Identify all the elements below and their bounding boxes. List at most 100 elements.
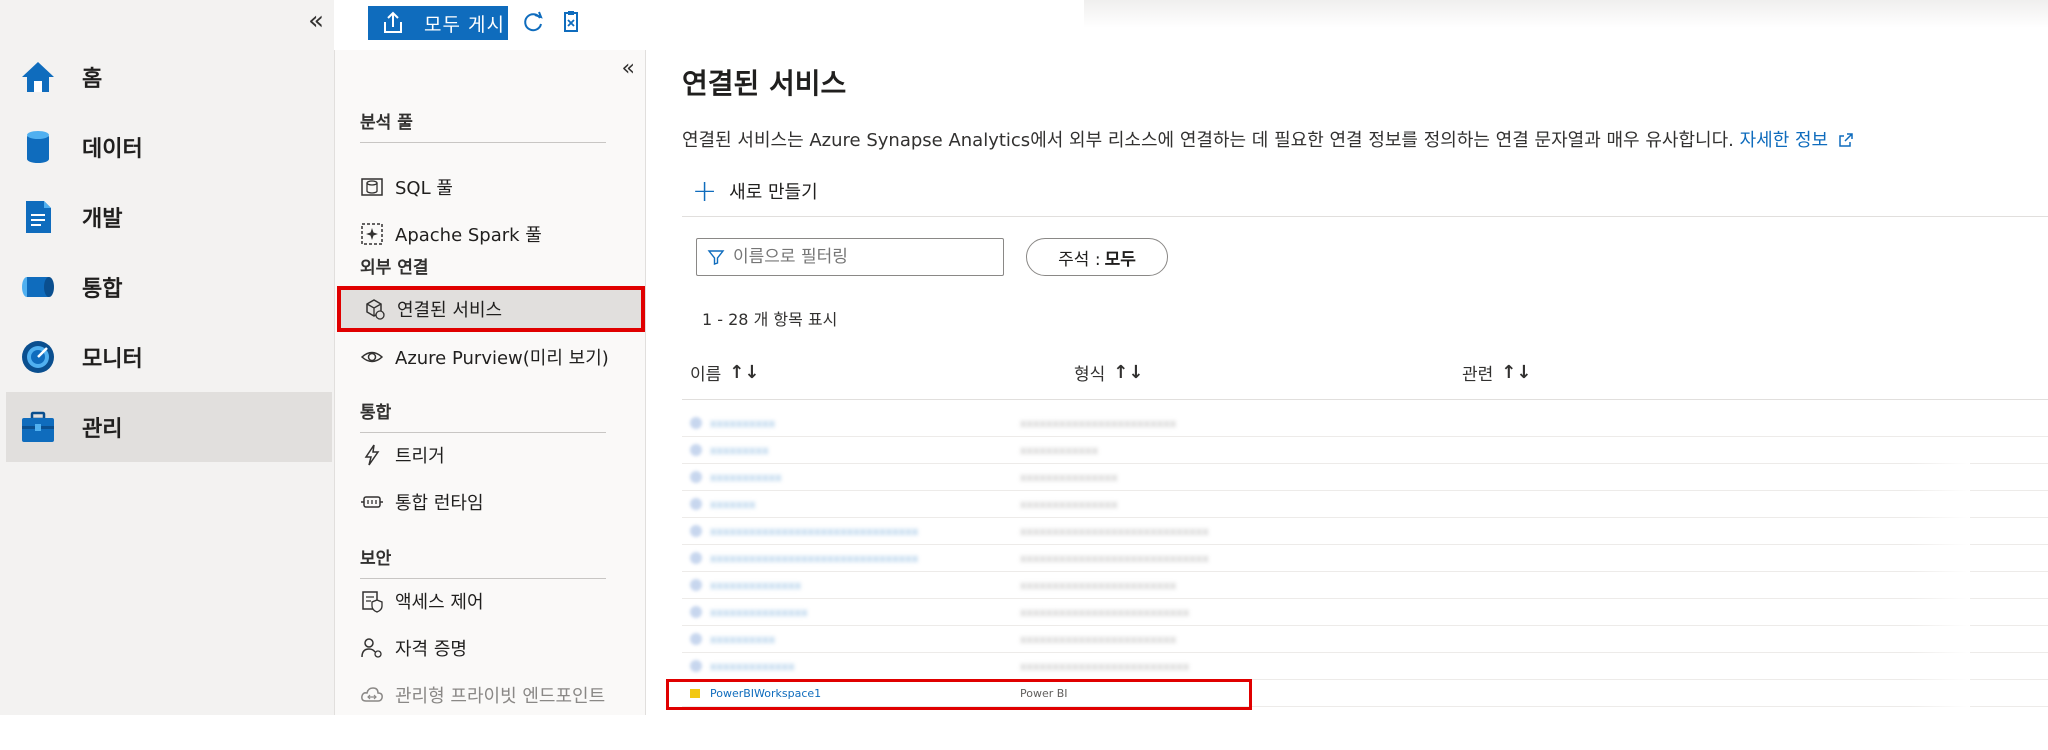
menu-label-credentials: 자격 증명 [395,639,467,660]
table-row[interactable]: xxxxxxxxxxxxxxxxxxxxxxxxxxxxxxxxxxxxxxxx… [682,545,2048,572]
row-type: xxxxxxxxxxxxxxxxxxxxxxxx [1020,578,1177,592]
refresh-icon[interactable] [522,10,546,34]
nav-item-home[interactable]: 홈 [6,42,332,112]
page-description: 연결된 서비스는 Azure Synapse Analytics에서 외부 리소… [682,126,1854,152]
table-row[interactable]: xxxxxxxxxxxxx xxxxxxxxxxxxxxxxxxxxxxxxxx [682,653,2048,680]
menu-item-azure-purview[interactable]: Azure Purview(미리 보기) [335,334,645,380]
table-row[interactable]: xxxxxxxxxxxxxxxxxxxxxxxxxxxxxxxxxxxxxxxx… [682,599,2048,626]
nav-label-data: 데이터 [82,137,143,162]
menu-label-linked-services: 연결된 서비스 [397,300,503,321]
discard-icon[interactable] [560,10,582,34]
row-type: xxxxxxxxxxxxxxxxxxxxxxxxxx [1020,605,1190,619]
service-icon [690,417,702,429]
integrate-icon [16,265,60,309]
nav-item-monitor[interactable]: 모니터 [6,322,332,392]
credentials-icon [359,635,385,661]
menu-item-private-endpoints[interactable]: 관리형 프라이빗 엔드포인트 [335,672,645,718]
menu-label-spark-pools: Apache Spark 풀 [395,225,542,246]
row-name-link[interactable]: xxxxxxxxxxxxxxxxxxxxxxxxxxxxxxxx [710,552,918,565]
service-icon [690,660,702,672]
toolbar: 모두 게시 [334,0,2048,50]
cloud-endpoint-icon [359,682,385,708]
nav-item-develop[interactable]: 개발 [6,182,332,252]
manage-icon [16,405,60,449]
page-title: 연결된 서비스 [682,67,847,100]
new-button-label: 새로 만들기 [729,182,818,203]
row-type: xxxxxxxxxxxxxxxxxxxxxxxx [1020,416,1177,430]
collapse-nav-icon[interactable]: « [308,6,324,36]
service-icon [690,579,702,591]
row-type: xxxxxxxxxxxxxxxxxxxxxxxxxxxxx [1020,524,1209,538]
nav-label-develop: 개발 [82,207,123,232]
row-type: xxxxxxxxxxxxxxxxxxxxxxxxxx [1020,659,1190,673]
menu-item-credentials[interactable]: 자격 증명 [335,625,645,671]
service-icon [690,552,702,564]
nav-item-manage[interactable]: 관리 [6,392,332,462]
rows-fade [1910,450,1970,750]
menu-item-spark-pools[interactable]: Apache Spark 풀 [335,211,645,257]
table-row[interactable]: xxxxxxxxxxxxxx xxxxxxxxxxxxxxxxxxxxxxxx [682,572,2048,599]
new-button[interactable]: + 새로 만들기 [692,173,818,209]
row-type: xxxxxxxxxxxxxxxxxxxxxxxx [1020,632,1177,646]
nav-label-monitor: 모니터 [82,347,143,372]
row-name-link[interactable]: xxxxxxxxx [710,444,769,457]
row-name-link[interactable]: xxxxxxx [710,498,756,511]
publish-all-label: 모두 게시 [424,13,505,36]
service-icon [690,444,702,456]
table-row[interactable]: xxxxxxxxxx xxxxxxxxxxxxxxxxxxxxxxxx [682,410,2048,437]
service-icon [690,633,702,645]
row-name-link[interactable]: xxxxxxxxxxxxxxxxxxxxxxxxxxxxxxxx [710,525,918,538]
collapse-menu-icon[interactable]: « [622,56,635,81]
menu-label-integration-runtimes: 통합 런타임 [395,493,484,514]
description-text: 연결된 서비스는 Azure Synapse Analytics에서 외부 리소… [682,130,1734,151]
table-row[interactable]: xxxxxxxxxx xxxxxxxxxxxxxxxxxxxxxxxx [682,626,2048,653]
column-header-type[interactable]: 형식 ↑↓ [1074,360,1143,385]
table-row[interactable]: xxxxxxxxxxxxxxxxxxxxxxxxxxxxxxxxxxxxxxxx… [682,518,2048,545]
column-name-label: 이름 [690,365,722,385]
service-icon [690,471,702,483]
sort-icon: ↑↓ [729,362,760,383]
filter-input[interactable] [733,247,993,267]
row-name-link[interactable]: xxxxxxxxxxxxxx [710,579,801,592]
row-name-link[interactable]: xxxxxxxxxxx [710,471,782,484]
annotation-label: 주석 : [1058,249,1101,270]
global-nav: « 홈 데이터 개발 통합 모니터 관리 [0,0,334,715]
highlight-annotation-box [666,679,1252,710]
row-name-link[interactable]: xxxxxxxxxxxxx [710,660,795,673]
menu-item-access-control[interactable]: 액세스 제어 [335,578,645,624]
sql-pool-icon [359,174,385,200]
column-header-name[interactable]: 이름 ↑↓ [690,360,759,385]
menu-item-integration-runtimes[interactable]: 통합 런타임 [335,479,645,525]
annotation-filter-pill[interactable]: 주석 : 모두 [1026,238,1168,276]
menu-item-sql-pools[interactable]: SQL 풀 [335,164,645,210]
column-related-label: 관련 [1462,365,1494,385]
column-type-label: 형식 [1074,365,1106,385]
menu-label-private-endpoints: 관리형 프라이빗 엔드포인트 [395,686,606,707]
monitor-icon [16,335,60,379]
learn-more-link[interactable]: 자세한 정보 [1740,130,1854,151]
table-row[interactable]: xxxxxxx xxxxxxxxxxxxxxx [682,491,2048,518]
table-row[interactable]: xxxxxxxxx xxxxxxxxxxxx [682,437,2048,464]
table-row[interactable]: xxxxxxxxxxx xxxxxxxxxxxxxxx [682,464,2048,491]
menu-item-linked-services[interactable]: 연결된 서비스 [337,286,645,332]
menu-item-triggers[interactable]: 트리거 [335,432,645,478]
plus-icon: + [692,173,718,209]
menu-label-azure-purview: Azure Purview(미리 보기) [395,348,609,369]
row-name-link[interactable]: xxxxxxxxxx [710,633,775,646]
section-security: 보안 [360,544,606,579]
row-name-link[interactable]: xxxxxxxxxxxxxxx [710,606,808,619]
publish-all-button[interactable]: 모두 게시 [368,6,508,40]
filter-by-name-field[interactable] [696,238,1004,276]
trigger-lightning-icon [359,442,385,468]
nav-item-integrate[interactable]: 통합 [6,252,332,322]
row-name-link[interactable]: xxxxxxxxxx [710,417,775,430]
nav-label-integrate: 통합 [82,277,123,302]
nav-label-manage: 관리 [82,417,123,442]
toolbar-shade [1084,0,2048,28]
annotation-value: 모두 [1104,249,1136,270]
item-count: 1 - 28 개 항목 표시 [702,310,838,329]
integration-runtime-icon [359,489,385,515]
nav-item-data[interactable]: 데이터 [6,112,332,182]
main-content: 연결된 서비스 연결된 서비스는 Azure Synapse Analytics… [646,50,2048,750]
column-header-related[interactable]: 관련 ↑↓ [1462,360,1531,385]
